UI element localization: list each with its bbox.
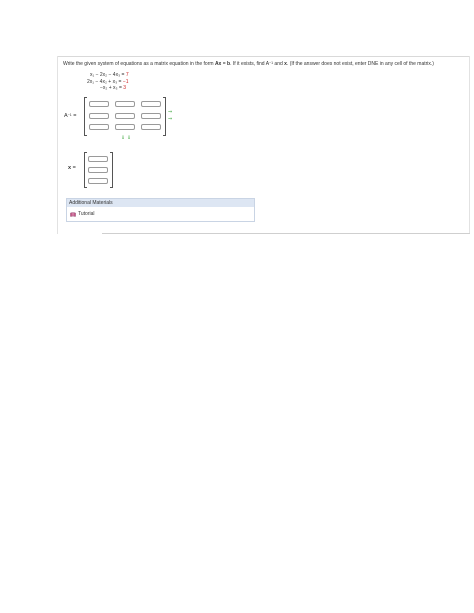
arrow-right-icon[interactable]: ⇒ (168, 117, 172, 122)
prompt-text: Write the given system of equations as a… (63, 61, 215, 67)
divider (469, 56, 470, 234)
prompt-text: . If it exists, find (230, 61, 266, 67)
tutorial-link[interactable]: Tutorial (70, 211, 95, 217)
a-inverse-cell-3-2[interactable] (115, 124, 135, 130)
a-inverse-cell-1-1[interactable] (89, 101, 109, 107)
question-prompt: Write the given system of equations as a… (63, 61, 434, 67)
a-inverse-cell-3-3[interactable] (141, 124, 161, 130)
x-cell-3[interactable] (88, 178, 108, 184)
additional-materials-header: Additional Materials (67, 199, 254, 207)
arrow-right-icon[interactable]: ⇒ (168, 110, 172, 115)
book-icon (70, 211, 76, 217)
a-inverse-cell-2-1[interactable] (89, 113, 109, 119)
a-inverse-cell-3-1[interactable] (89, 124, 109, 130)
matrix-right-bracket (163, 97, 166, 136)
divider (57, 56, 58, 234)
arrow-down-icon[interactable]: ⇓ (127, 136, 131, 141)
prompt-text: . (If the answer does not exist, enter D… (286, 61, 434, 67)
a-inverse-cell-2-2[interactable] (115, 113, 135, 119)
x-cell-2[interactable] (88, 167, 108, 173)
a-inverse-cell-2-3[interactable] (141, 113, 161, 119)
matrix-left-bracket (84, 97, 87, 136)
a-inverse-cell-1-2[interactable] (115, 101, 135, 107)
equation-row: −x₂ + x₃ = 3 (100, 85, 127, 91)
vector-left-bracket (84, 152, 87, 188)
equation-system: x₁ − 2x₂ − 4x₃ = 7 2x₁ − 4x₂ + x₃ = −1 −… (87, 72, 129, 92)
a-inverse-label: A−1 = (64, 113, 77, 119)
divider (57, 56, 470, 57)
a-inverse-cell-1-3[interactable] (141, 101, 161, 107)
tutorial-label[interactable]: Tutorial (78, 211, 95, 217)
prompt-text: and (273, 61, 285, 67)
divider (102, 233, 470, 234)
arrow-down-icon[interactable]: ⇓ (121, 136, 125, 141)
additional-materials-box: Additional Materials Tutorial (66, 198, 255, 222)
x-cell-1[interactable] (88, 156, 108, 162)
vector-right-bracket (110, 152, 113, 188)
x-vector-label: x = (68, 165, 76, 171)
